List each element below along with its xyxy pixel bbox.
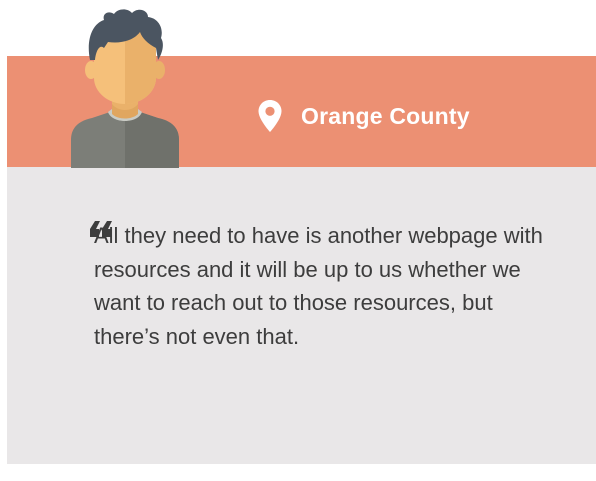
quote-text: All they need to have is another webpage… — [94, 223, 543, 349]
location-pin-icon — [258, 100, 282, 132]
location-name: Orange County — [301, 102, 470, 129]
person-avatar-icon — [71, 9, 179, 168]
location-label: Orange County — [257, 95, 470, 137]
